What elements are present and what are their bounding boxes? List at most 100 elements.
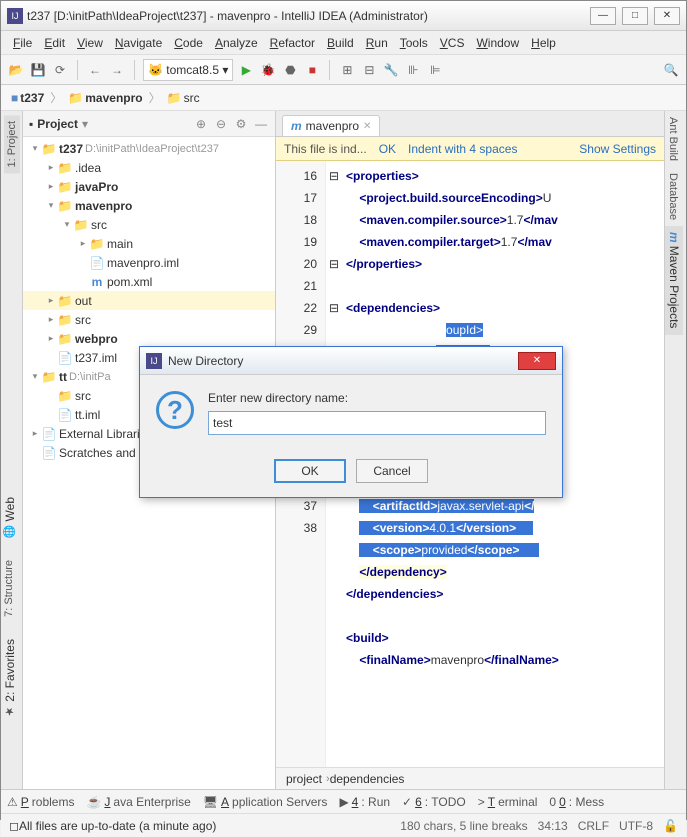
- tree-node[interactable]: ▾📁t237D:\initPath\IdeaProject\t237: [23, 139, 275, 158]
- cancel-button[interactable]: Cancel: [356, 459, 428, 483]
- menu-edit[interactable]: Edit: [38, 34, 71, 52]
- tool1-icon[interactable]: ⊞: [338, 61, 356, 79]
- menu-run[interactable]: Run: [360, 34, 394, 52]
- dialog-label: Enter new directory name:: [208, 391, 546, 405]
- tree-node[interactable]: ▸📁main: [23, 234, 275, 253]
- project-view-combo[interactable]: ▾: [82, 117, 88, 131]
- editor-tab[interactable]: m mavenpro ✕: [282, 115, 380, 136]
- struct-icon[interactable]: ⊪: [404, 61, 422, 79]
- bottom-tab[interactable]: ⚠ Problems: [7, 795, 74, 809]
- editor-breadcrumb[interactable]: project › dependencies: [276, 767, 664, 789]
- bottom-tab[interactable]: ☕ Java Enterprise: [86, 795, 190, 809]
- left-extra-bar: 🌐 Web 7: Structure ★ 2: Favorites: [1, 491, 23, 724]
- tree-node[interactable]: ▾📁mavenpro: [23, 196, 275, 215]
- menu-tools[interactable]: Tools: [394, 34, 434, 52]
- hide-icon[interactable]: —: [253, 116, 269, 132]
- bottom-tab[interactable]: 0 0: Mess: [549, 795, 604, 809]
- status-chars: 180 chars, 5 line breaks: [400, 819, 527, 833]
- structure-tab[interactable]: 7: Structure: [1, 554, 17, 623]
- maven-icon: m: [291, 119, 302, 133]
- editor-tab-label: mavenpro: [306, 119, 359, 133]
- web-tab[interactable]: 🌐 Web: [1, 491, 19, 544]
- menu-build[interactable]: Build: [321, 34, 360, 52]
- project-view-icon: ▪: [29, 117, 33, 131]
- run-icon[interactable]: ▶: [237, 61, 255, 79]
- ok-button[interactable]: OK: [274, 459, 346, 483]
- banner-ok-link[interactable]: OK: [379, 142, 396, 156]
- status-lock-icon[interactable]: 🔓: [663, 819, 678, 833]
- menu-file[interactable]: File: [7, 34, 38, 52]
- bottom-toolwindow-bar: ⚠ Problems ☕ Java Enterprise 🖥 Application…: [1, 789, 686, 813]
- settings-icon[interactable]: ⚙: [233, 116, 249, 132]
- tree-node[interactable]: ▸📁.idea: [23, 158, 275, 177]
- debug-icon[interactable]: 🐞: [259, 61, 277, 79]
- bottom-tab[interactable]: ▶ 4: Run: [339, 795, 390, 809]
- new-directory-dialog: IJ New Directory ✕ ? Enter new directory…: [139, 346, 563, 498]
- nav-breadcrumb: ■ t237〉📁 mavenpro〉📁 src: [1, 85, 686, 111]
- menu-help[interactable]: Help: [525, 34, 562, 52]
- maximize-button[interactable]: □: [622, 7, 648, 25]
- menu-code[interactable]: Code: [168, 34, 209, 52]
- favorites-tab[interactable]: ★ 2: Favorites: [1, 633, 19, 724]
- menu-vcs[interactable]: VCS: [434, 34, 471, 52]
- status-bar: ◻ All files are up-to-date (a minute ago…: [1, 813, 686, 837]
- tree-node[interactable]: ▸📁src: [23, 310, 275, 329]
- close-tab-icon[interactable]: ✕: [363, 121, 371, 132]
- project-view-label[interactable]: Project: [37, 117, 78, 131]
- right-toolwindow-bar: Ant Build Database m Maven Projects: [664, 111, 686, 789]
- autoscroll-icon[interactable]: ⊕: [193, 116, 209, 132]
- run-config-combo[interactable]: 🐱 tomcat8.5 ▾: [143, 59, 233, 81]
- menu-navigate[interactable]: Navigate: [109, 34, 168, 52]
- open-icon[interactable]: 📂: [7, 61, 25, 79]
- menu-refactor[interactable]: Refactor: [264, 34, 321, 52]
- dialog-title: New Directory: [168, 354, 518, 368]
- coverage-icon[interactable]: ⬣: [281, 61, 299, 79]
- stop-icon[interactable]: ■: [303, 61, 321, 79]
- tool3-icon[interactable]: ⊫: [426, 61, 444, 79]
- question-icon: ?: [156, 391, 194, 429]
- project-toolwindow-tab[interactable]: 1: Project: [4, 115, 20, 173]
- collapse-icon[interactable]: ⊖: [213, 116, 229, 132]
- banner-message: This file is ind...: [284, 142, 367, 156]
- breadcrumb-item[interactable]: 📁 src: [163, 89, 204, 107]
- tree-node[interactable]: ▸📁javaPro: [23, 177, 275, 196]
- minimize-button[interactable]: —: [590, 7, 616, 25]
- ant-build-tab[interactable]: Ant Build: [665, 111, 681, 167]
- tree-node[interactable]: ▸📁out: [23, 291, 275, 310]
- save-icon[interactable]: 💾: [29, 61, 47, 79]
- window-titlebar: IJ t237 [D:\initPath\IdeaProject\t237] -…: [1, 1, 686, 31]
- breadcrumb-item[interactable]: ■ t237: [7, 89, 48, 107]
- breadcrumb-item[interactable]: 📁 mavenpro: [64, 89, 146, 107]
- menu-window[interactable]: Window: [470, 34, 525, 52]
- status-lineend[interactable]: CRLF: [578, 819, 609, 833]
- directory-name-input[interactable]: [208, 411, 546, 435]
- wrench-icon[interactable]: 🔧: [382, 61, 400, 79]
- dialog-icon: IJ: [146, 353, 162, 369]
- bottom-tab[interactable]: > Terminal: [478, 795, 538, 809]
- banner-show-link[interactable]: Show Settings: [579, 142, 656, 156]
- maven-projects-tab[interactable]: m Maven Projects: [665, 226, 683, 334]
- menu-analyze[interactable]: Analyze: [209, 34, 264, 52]
- status-encoding[interactable]: UTF-8: [619, 819, 653, 833]
- dialog-close-button[interactable]: ✕: [518, 352, 556, 370]
- app-icon: IJ: [7, 8, 23, 24]
- tree-node[interactable]: mpom.xml: [23, 272, 275, 291]
- tree-node[interactable]: ▾📁src: [23, 215, 275, 234]
- close-button[interactable]: ✕: [654, 7, 680, 25]
- tree-node[interactable]: 📄mavenpro.iml: [23, 253, 275, 272]
- window-title: t237 [D:\initPath\IdeaProject\t237] - ma…: [27, 9, 590, 23]
- menu-view[interactable]: View: [71, 34, 109, 52]
- banner-indent-link[interactable]: Indent with 4 spaces: [408, 142, 517, 156]
- back-icon[interactable]: ←: [86, 61, 104, 79]
- status-caret[interactable]: 34:13: [538, 819, 568, 833]
- tool2-icon[interactable]: ⊟: [360, 61, 378, 79]
- status-message: All files are up-to-date (a minute ago): [19, 819, 216, 833]
- search-icon[interactable]: 🔍: [662, 61, 680, 79]
- refresh-icon[interactable]: ⟳: [51, 61, 69, 79]
- editor-banner: This file is ind... OK Indent with 4 spa…: [276, 137, 664, 161]
- bottom-tab[interactable]: 🖥 Application Servers: [203, 795, 328, 809]
- forward-icon[interactable]: →: [108, 61, 126, 79]
- menubar: FileEditViewNavigateCodeAnalyzeRefactorB…: [1, 31, 686, 55]
- database-tab[interactable]: Database: [665, 167, 681, 226]
- bottom-tab[interactable]: ✓ 6: TODO: [402, 795, 466, 809]
